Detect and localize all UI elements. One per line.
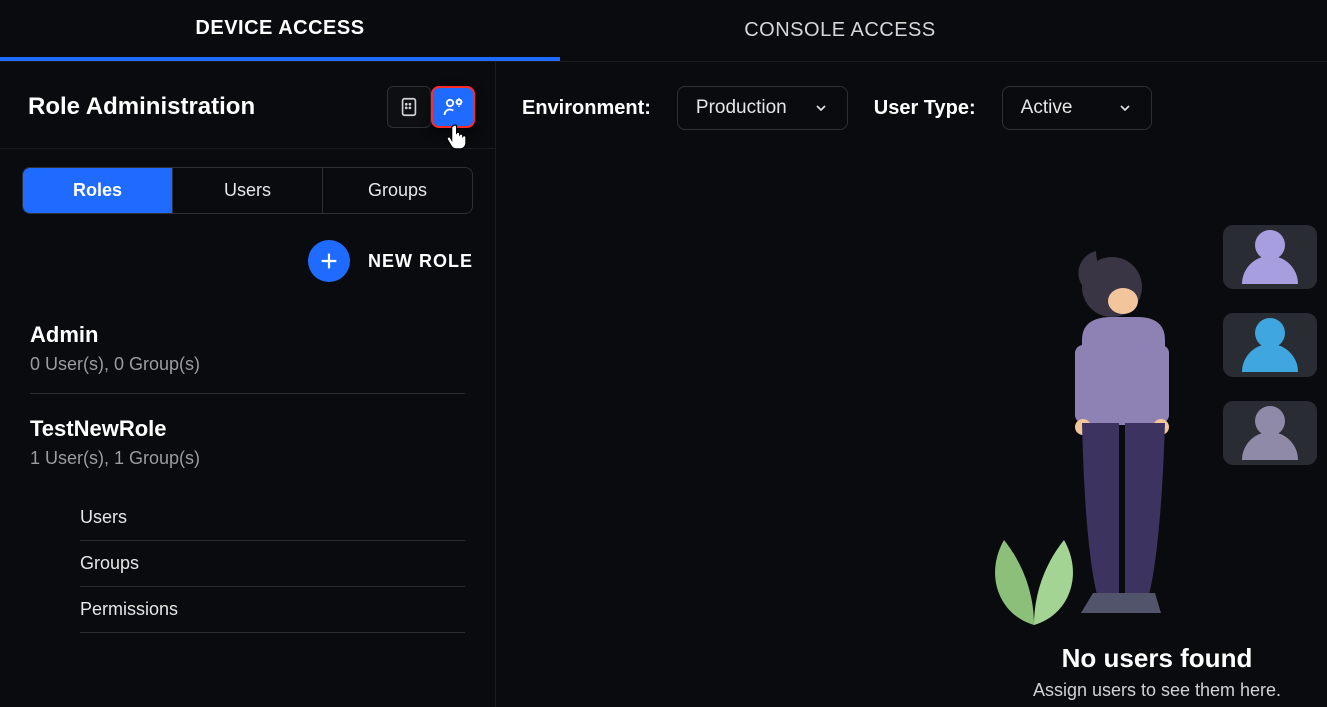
segment-roles[interactable]: Roles xyxy=(23,168,173,213)
role-list: Admin 0 User(s), 0 Group(s) TestNewRole … xyxy=(0,290,495,633)
role-sublist: Users Groups Permissions xyxy=(30,487,465,633)
segment-groups[interactable]: Groups xyxy=(323,168,472,213)
header-icon-group xyxy=(387,86,475,128)
user-type-select[interactable]: Active xyxy=(1002,86,1152,130)
empty-subtitle: Assign users to see them here. xyxy=(997,680,1317,701)
environment-value: Production xyxy=(696,97,787,119)
new-role-row: NEW ROLE xyxy=(0,214,495,290)
role-name: TestNewRole xyxy=(30,416,465,442)
environment-label: Environment: xyxy=(522,97,651,120)
environment-select[interactable]: Production xyxy=(677,86,848,130)
plus-icon xyxy=(318,250,340,272)
user-type-value: Active xyxy=(1021,97,1073,119)
user-type-label: User Type: xyxy=(874,97,976,120)
segment-users[interactable]: Users xyxy=(173,168,323,213)
chevron-down-icon xyxy=(1117,100,1133,116)
device-dots-icon xyxy=(398,96,420,118)
empty-illustration xyxy=(997,225,1317,625)
role-name: Admin xyxy=(30,322,465,348)
role-subtitle: 1 User(s), 1 Group(s) xyxy=(30,448,465,469)
empty-title: No users found xyxy=(997,643,1317,674)
tab-console-access[interactable]: CONSOLE ACCESS xyxy=(560,0,1120,61)
role-subtitle: 0 User(s), 0 Group(s) xyxy=(30,354,465,375)
role-item-admin[interactable]: Admin 0 User(s), 0 Group(s) xyxy=(30,300,465,394)
sublink-groups[interactable]: Groups xyxy=(80,541,465,587)
device-settings-icon-button[interactable] xyxy=(387,86,431,128)
top-tabs: DEVICE ACCESS CONSOLE ACCESS xyxy=(0,0,1327,62)
avatar-card-stack xyxy=(1223,225,1317,465)
new-role-label[interactable]: NEW ROLE xyxy=(368,251,473,272)
chevron-down-icon xyxy=(813,100,829,116)
sidebar: Role Administration xyxy=(0,62,496,707)
sublink-users[interactable]: Users xyxy=(80,495,465,541)
avatar-card xyxy=(1223,401,1317,465)
user-role-settings-icon-button[interactable] xyxy=(431,86,475,128)
person-icon xyxy=(1027,245,1217,625)
user-gear-icon xyxy=(441,95,465,119)
main-area: Role Administration xyxy=(0,62,1327,707)
segment-control: Roles Users Groups xyxy=(22,167,473,214)
tab-device-access[interactable]: DEVICE ACCESS xyxy=(0,0,560,61)
new-role-add-button[interactable] xyxy=(308,240,350,282)
content-area: Environment: Production User Type: Activ… xyxy=(496,62,1327,707)
filter-bar: Environment: Production User Type: Activ… xyxy=(522,86,1327,130)
sidebar-header: Role Administration xyxy=(0,62,495,149)
page-title: Role Administration xyxy=(28,93,255,121)
avatar-card xyxy=(1223,313,1317,377)
empty-state: No users found Assign users to see them … xyxy=(997,225,1317,701)
role-item-testnewrole[interactable]: TestNewRole 1 User(s), 1 Group(s) xyxy=(30,394,465,487)
avatar-card xyxy=(1223,225,1317,289)
sublink-permissions[interactable]: Permissions xyxy=(80,587,465,633)
